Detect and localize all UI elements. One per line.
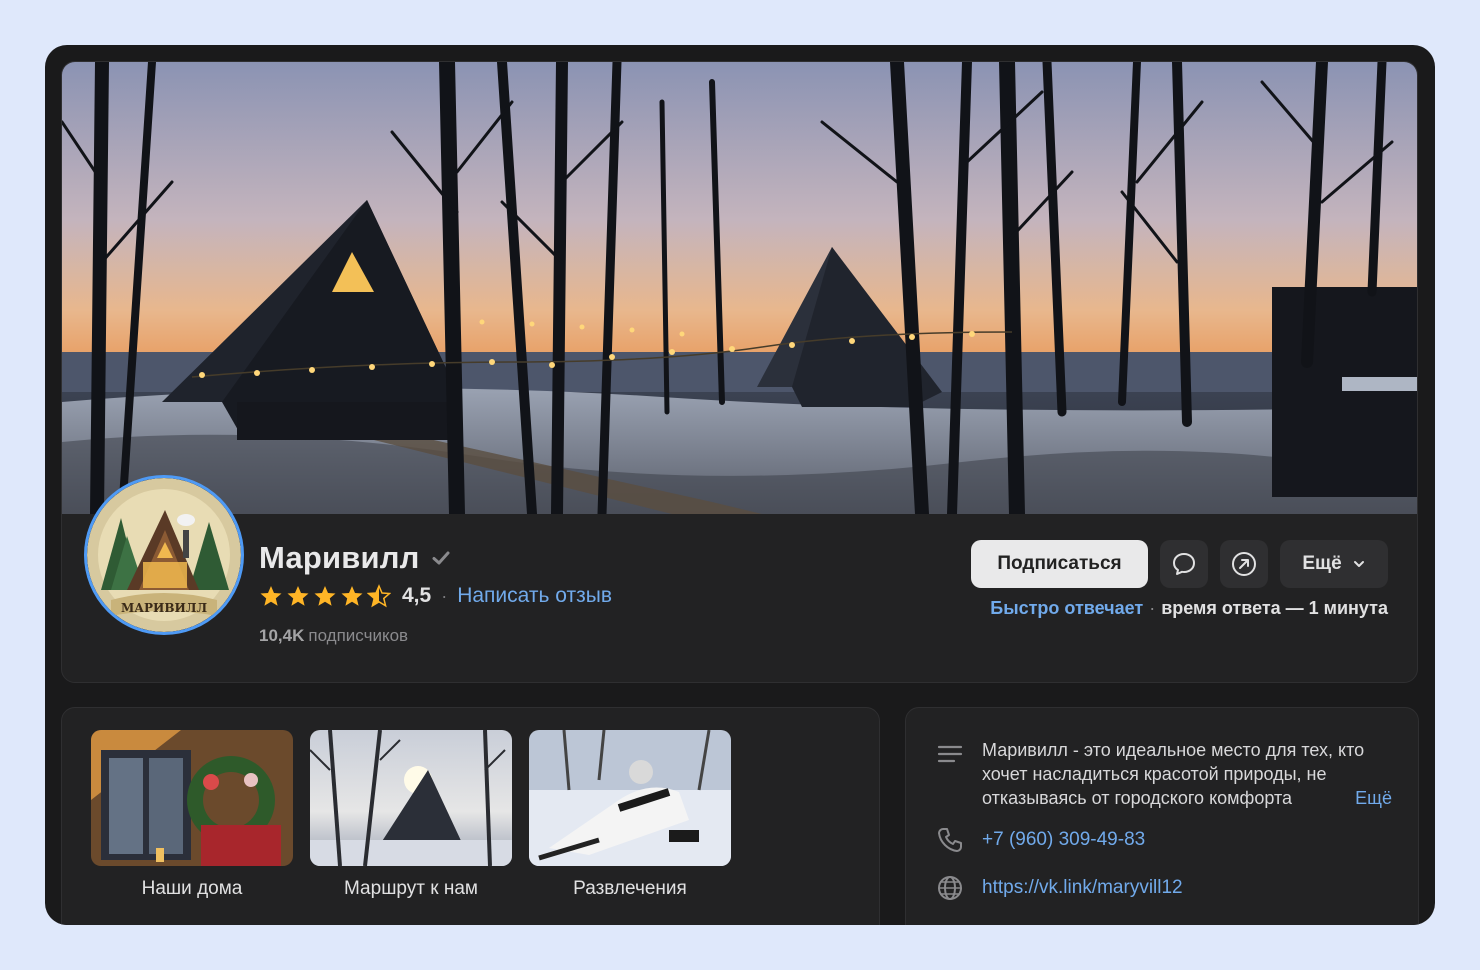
album-title: Маршрут к нам	[344, 878, 478, 899]
album-thumbnail	[310, 730, 512, 866]
title-row: Маривилл	[259, 540, 452, 576]
description-row: Маривилл - это идеальное место для тех, …	[934, 738, 1392, 810]
subscribers-number: 10,4K	[259, 626, 305, 645]
rating-value: 4,5	[402, 584, 432, 607]
star-full-icon	[314, 586, 336, 606]
write-review-link[interactable]: Написать отзыв	[457, 584, 612, 608]
album-item[interactable]: Наши дома	[91, 730, 293, 900]
group-avatar[interactable]: МАРИВИЛЛ	[84, 475, 244, 635]
description-text: Маривилл - это идеальное место для тех, …	[982, 740, 1365, 808]
rating-row: 4,5 · Написать отзыв	[259, 584, 612, 608]
album-item[interactable]: Развлечения	[529, 730, 731, 900]
group-description: Маривилл - это идеальное место для тех, …	[982, 738, 1392, 810]
message-button[interactable]	[1160, 540, 1208, 588]
albums-section: Наши дома Маршрут к нам Развлечения	[61, 707, 880, 925]
chat-bubble-icon	[1173, 553, 1195, 575]
chevron-down-icon	[1353, 561, 1364, 567]
action-buttons: Подписаться Ещё	[971, 540, 1388, 588]
separator-dot: ·	[441, 585, 448, 606]
text-lines-icon	[937, 745, 963, 763]
album-thumbnail	[91, 730, 293, 866]
cover-photo	[62, 62, 1417, 514]
globe-icon	[938, 876, 962, 900]
subscribers-count[interactable]: 10,4K подписчиков	[259, 626, 408, 646]
fast-response-label[interactable]: Быстро отвечает	[990, 598, 1143, 618]
subscribe-button[interactable]: Подписаться	[971, 540, 1148, 588]
profile-header: МАРИВИЛЛ Маривилл 4,5 · Написать отзыв 1…	[61, 61, 1418, 683]
phone-icon	[938, 828, 962, 852]
svg-text:МАРИВИЛЛ: МАРИВИЛЛ	[121, 601, 208, 615]
response-time-info: Быстро отвечает · время ответа — 1 минута	[990, 598, 1388, 619]
website-row: https://vk.link/maryvill12	[934, 872, 1183, 904]
star-full-icon	[287, 586, 309, 606]
logo-image: МАРИВИЛЛ	[87, 478, 241, 632]
phone-row: +7 (960) 309-49-83	[934, 824, 1145, 856]
app-window: МАРИВИЛЛ Маривилл 4,5 · Написать отзыв 1…	[45, 45, 1435, 925]
star-full-icon	[260, 586, 282, 606]
more-dropdown-button[interactable]: Ещё	[1280, 540, 1388, 588]
album-item[interactable]: Маршрут к нам	[310, 730, 512, 900]
more-label: Ещё	[1302, 553, 1342, 574]
star-half-icon	[367, 584, 391, 608]
album-title: Наши дома	[141, 878, 243, 899]
info-section: Маривилл - это идеальное место для тех, …	[905, 707, 1419, 925]
group-name: Маривилл	[259, 540, 420, 575]
rating-stars	[259, 584, 391, 608]
share-button[interactable]	[1220, 540, 1268, 588]
share-arrow-icon	[1232, 552, 1256, 576]
subscribers-label: подписчиков	[308, 626, 409, 645]
star-full-icon	[341, 586, 363, 606]
description-more-link[interactable]: Ещё	[1321, 786, 1392, 810]
album-thumbnail	[529, 730, 731, 866]
album-title: Развлечения	[573, 878, 687, 899]
response-time: время ответа — 1 минута	[1161, 598, 1388, 618]
separator-dot: ·	[1149, 598, 1156, 618]
verified-check-icon	[432, 551, 450, 565]
phone-link[interactable]: +7 (960) 309-49-83	[982, 824, 1145, 856]
website-link[interactable]: https://vk.link/maryvill12	[982, 872, 1183, 904]
